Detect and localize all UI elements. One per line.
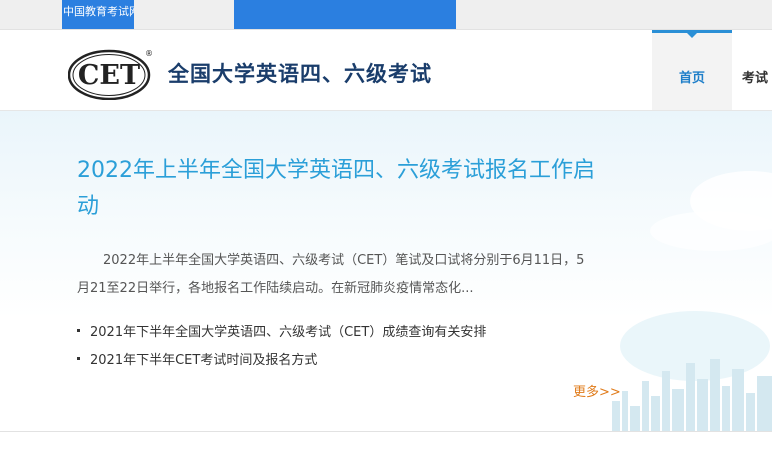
news-item-link[interactable]: 2021年下半年CET考试时间及报名方式 xyxy=(90,353,317,368)
header: CET ® 全国大学英语四、六级考试 首页 考试 xyxy=(0,30,772,111)
news-list: 2021年下半年全国大学英语四、六级考试（CET）成绩查询有关安排 2021年下… xyxy=(77,319,486,375)
site-title: 全国大学英语四、六级考试 xyxy=(168,62,432,86)
news-item-link[interactable]: 2021年下半年全国大学英语四、六级考试（CET）成绩查询有关安排 xyxy=(90,325,486,340)
nav-item-exam[interactable]: 考试 xyxy=(742,67,768,86)
site-link-neea[interactable]: 中国教育考试网 xyxy=(62,0,134,29)
news-banner: 2022年上半年全国大学英语四、六级考试报名工作启动 2022年上半年全国大学英… xyxy=(0,111,772,431)
more-link[interactable]: 更多>> xyxy=(573,381,621,400)
cloud-decoration xyxy=(650,211,772,251)
list-item[interactable]: 2021年下半年全国大学英语四、六级考试（CET）成绩查询有关安排 xyxy=(77,319,486,347)
bullet-icon xyxy=(77,329,80,332)
nav-item-home-label: 首页 xyxy=(678,71,705,86)
top-bar: 中国教育考试网 xyxy=(0,0,772,30)
bullet-icon xyxy=(77,357,80,360)
caret-down-icon xyxy=(687,33,697,38)
registered-mark: ® xyxy=(145,49,153,58)
nav-item-home[interactable]: 首页 xyxy=(652,30,732,110)
top-bar-highlight xyxy=(234,0,456,29)
divider xyxy=(0,431,772,432)
headline-link[interactable]: 2022年上半年全国大学英语四、六级考试报名工作启动 xyxy=(77,153,597,225)
list-item[interactable]: 2021年下半年CET考试时间及报名方式 xyxy=(77,347,486,375)
news-summary: 2022年上半年全国大学英语四、六级考试（CET）笔试及口试将分别于6月11日，… xyxy=(77,253,585,296)
city-skyline-illustration xyxy=(612,359,772,431)
logo-text: CET xyxy=(78,60,140,91)
cet-logo[interactable]: CET ® xyxy=(68,48,154,100)
